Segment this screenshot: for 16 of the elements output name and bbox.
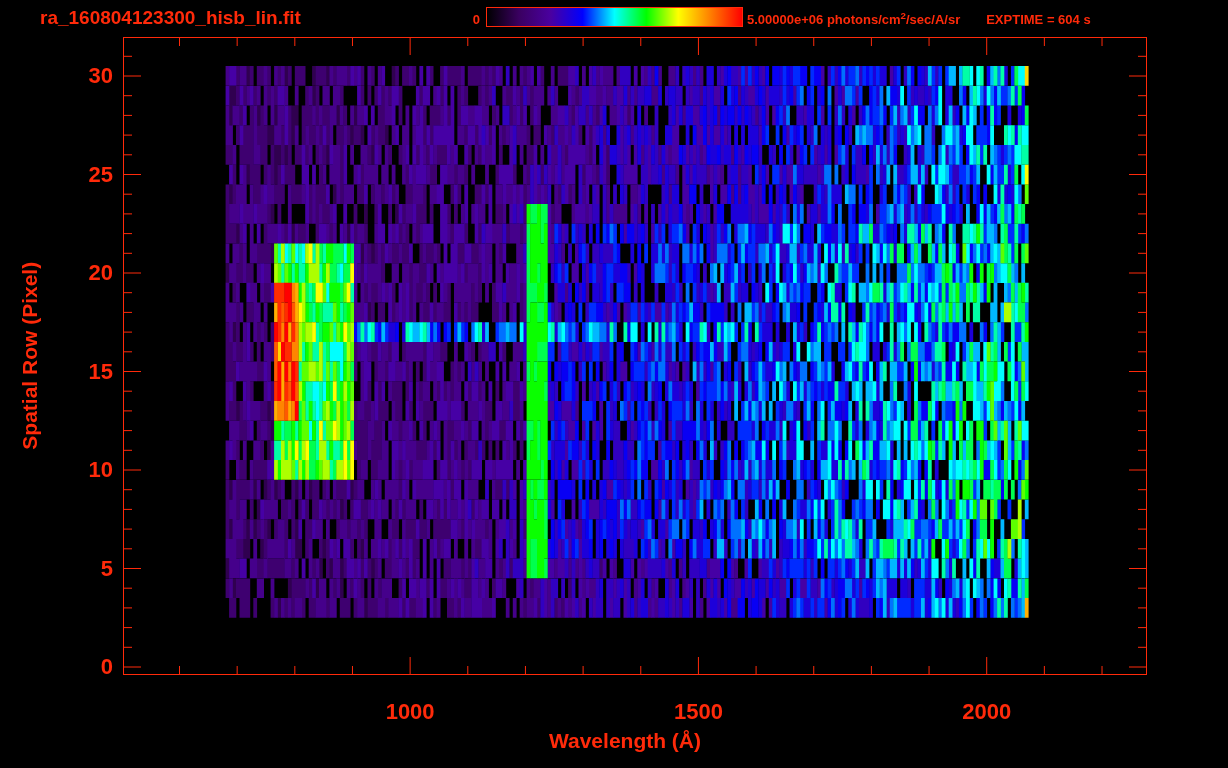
exposure-time: EXPTIME = 604 s <box>986 10 1091 29</box>
colorbar-max-label: 5.00000e+06 photons/cm$^{2}$/sec/A/sr <box>747 9 961 29</box>
x-tick-label: 1000 <box>385 701 435 723</box>
x-axis-label: Wavelength (Å) <box>548 730 702 751</box>
y-tick-label: 30 <box>88 65 113 87</box>
y-tick-label: 10 <box>88 459 113 481</box>
y-tick-label: 25 <box>88 163 113 186</box>
y-axis-label: Spatial Row (Pixel) <box>17 262 43 450</box>
y-tick-label: 5 <box>100 557 113 580</box>
y-tick-label: 0 <box>100 656 113 678</box>
y-tick-label: 15 <box>88 360 113 383</box>
x-tick-label: 2000 <box>962 701 1012 723</box>
plot-title: ra_160804123300_hisb_lin.fit <box>40 6 302 31</box>
colorbar-min-label: 0 <box>471 10 480 29</box>
y-tick-label: 20 <box>88 262 113 284</box>
x-tick-label: 1500 <box>673 701 723 723</box>
